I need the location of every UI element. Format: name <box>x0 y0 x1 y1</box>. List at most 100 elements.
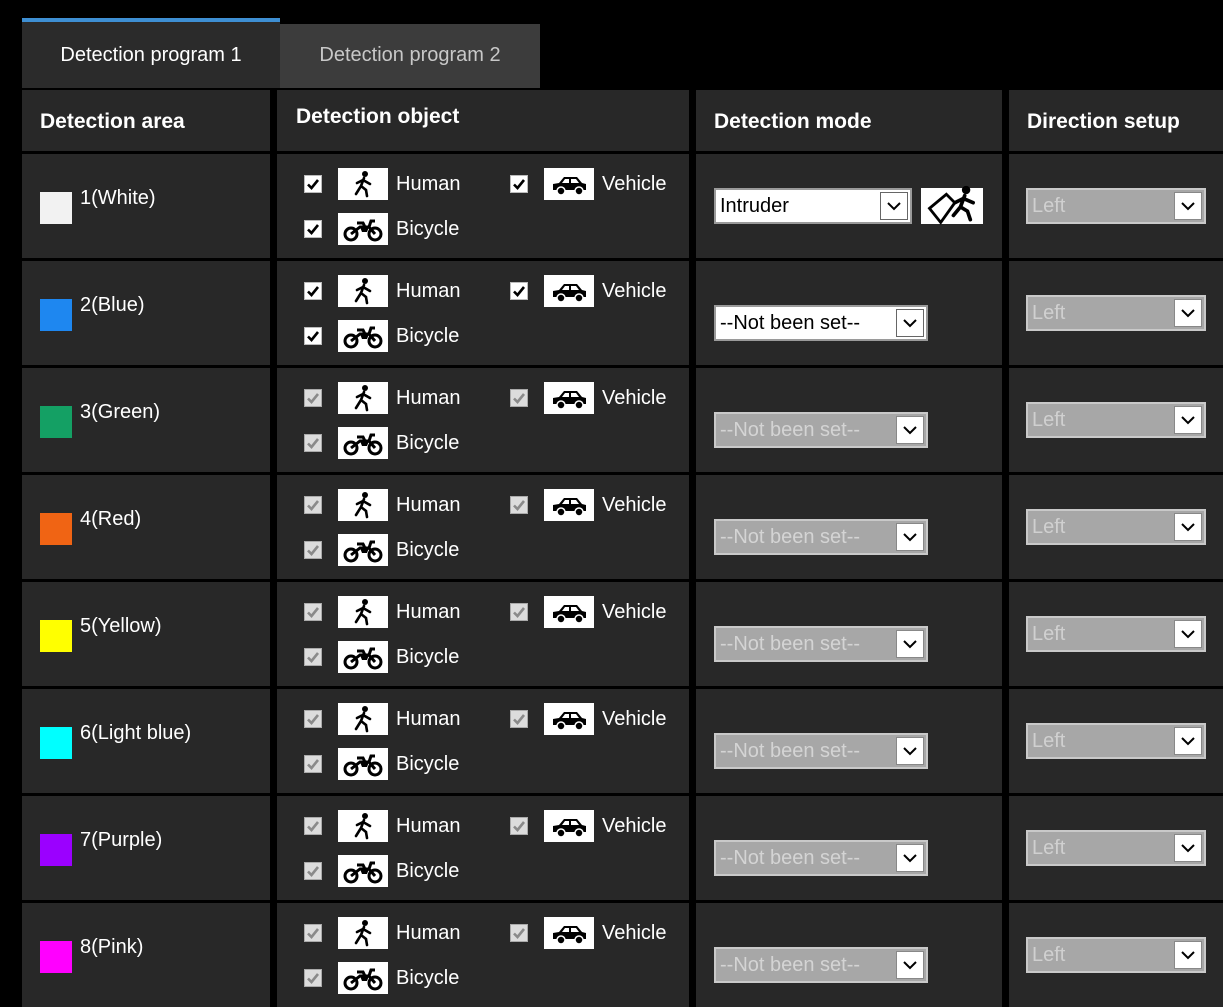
direction-value: Left <box>1032 729 1066 752</box>
vehicle-label: Vehicle <box>602 279 667 302</box>
car-icon <box>544 275 594 307</box>
human-walking-icon <box>338 596 388 628</box>
bicycle-label: Bicycle <box>396 217 460 240</box>
direction-setup-cell: Left <box>1009 796 1223 900</box>
checkmark-icon <box>513 500 526 511</box>
vehicle-checkbox <box>510 603 528 621</box>
motorcycle-icon <box>338 962 388 994</box>
checkmark-icon <box>307 179 320 190</box>
direction-value: Left <box>1032 622 1066 645</box>
human-label: Human <box>396 386 461 409</box>
vehicle-label: Vehicle <box>602 493 667 516</box>
car-icon <box>544 703 594 735</box>
motorcycle-icon <box>338 748 388 780</box>
chevron-down-icon <box>1174 727 1202 755</box>
area-label: 1(White) <box>80 187 156 209</box>
checkmark-icon <box>307 331 320 342</box>
vehicle-checkbox <box>510 710 528 728</box>
header-direction-setup: Direction setup <box>1009 90 1223 151</box>
checkmark-icon <box>307 393 320 404</box>
human-checkbox[interactable] <box>304 282 322 300</box>
area-label: 7(Purple) <box>80 829 163 851</box>
car-icon <box>544 917 594 949</box>
direction-value: Left <box>1032 301 1066 324</box>
direction-setup-cell: Left <box>1009 261 1223 365</box>
human-checkbox <box>304 496 322 514</box>
checkmark-icon <box>307 652 320 663</box>
human-label: Human <box>396 814 461 837</box>
direction-setup-cell: Left <box>1009 368 1223 472</box>
human-walking-icon <box>338 810 388 842</box>
checkmark-icon <box>307 759 320 770</box>
direction-select: Left <box>1026 402 1206 438</box>
car-icon <box>544 596 594 628</box>
car-icon <box>544 810 594 842</box>
vehicle-label: Vehicle <box>602 172 667 195</box>
checkmark-icon <box>307 224 320 235</box>
detection-mode-value: --Not been set-- <box>720 739 861 762</box>
tab-detection-program-2[interactable]: Detection program 2 <box>280 24 540 88</box>
detection-object-cell: Human Vehicle Bicycle <box>277 261 689 365</box>
checkmark-icon <box>307 714 320 725</box>
detection-object-human: Human <box>304 703 460 735</box>
bicycle-label: Bicycle <box>396 431 460 454</box>
human-checkbox[interactable] <box>304 175 322 193</box>
checkmark-icon <box>307 545 320 556</box>
bicycle-label: Bicycle <box>396 859 460 882</box>
motorcycle-icon <box>338 641 388 673</box>
human-label: Human <box>396 493 461 516</box>
detection-object-bicycle: Bicycle <box>304 962 459 994</box>
direction-select: Left <box>1026 295 1206 331</box>
detection-mode-value: --Not been set-- <box>720 418 861 441</box>
car-icon <box>544 382 594 414</box>
detection-object-cell: Human Vehicle Bicycle <box>277 796 689 900</box>
detection-mode-select: --Not been set-- <box>714 412 928 448</box>
area-label: 5(Yellow) <box>80 615 162 637</box>
bicycle-checkbox <box>304 755 322 773</box>
direction-select: Left <box>1026 723 1206 759</box>
intruder-area-icon[interactable] <box>921 186 983 226</box>
area-color-swatch <box>40 299 72 331</box>
tab-detection-program-1[interactable]: Detection program 1 <box>22 18 280 88</box>
checkmark-icon <box>513 179 526 190</box>
human-label: Human <box>396 921 461 944</box>
detection-mode-value: --Not been set-- <box>720 632 861 655</box>
checkmark-icon <box>307 821 320 832</box>
detection-object-human: Human <box>304 596 460 628</box>
detection-area-cell: 6(Light blue) <box>22 689 270 793</box>
detection-mode-value: --Not been set-- <box>720 846 861 869</box>
chevron-down-icon <box>1174 620 1202 648</box>
human-walking-icon <box>338 489 388 521</box>
direction-value: Left <box>1032 943 1066 966</box>
detection-object-human: Human <box>304 489 460 521</box>
vehicle-checkbox <box>510 924 528 942</box>
car-icon <box>544 168 594 200</box>
detection-object-bicycle: Bicycle <box>304 534 459 566</box>
area-label: 2(Blue) <box>80 294 145 316</box>
header-label: Detection mode <box>714 110 872 133</box>
detection-mode-cell: Intruder <box>696 154 1002 258</box>
detection-object-human: Human <box>304 382 460 414</box>
bicycle-label: Bicycle <box>396 324 460 347</box>
detection-mode-select: --Not been set-- <box>714 733 928 769</box>
detection-object-bicycle: Bicycle <box>304 855 459 887</box>
checkmark-icon <box>513 393 526 404</box>
detection-mode-select[interactable]: Intruder <box>714 188 912 224</box>
direction-setup-cell: Left <box>1009 582 1223 686</box>
direction-value: Left <box>1032 194 1066 217</box>
detection-object-human: Human <box>304 275 460 307</box>
checkmark-icon <box>307 866 320 877</box>
detection-mode-select[interactable]: --Not been set-- <box>714 305 928 341</box>
human-label: Human <box>396 707 461 730</box>
vehicle-label: Vehicle <box>602 707 667 730</box>
car-icon <box>544 489 594 521</box>
vehicle-checkbox[interactable] <box>510 282 528 300</box>
checkmark-icon <box>513 607 526 618</box>
chevron-down-icon <box>1174 513 1202 541</box>
bicycle-checkbox[interactable] <box>304 327 322 345</box>
header-detection-mode: Detection mode <box>696 90 1002 151</box>
vehicle-checkbox <box>510 389 528 407</box>
bicycle-checkbox[interactable] <box>304 220 322 238</box>
vehicle-checkbox[interactable] <box>510 175 528 193</box>
area-color-swatch <box>40 727 72 759</box>
